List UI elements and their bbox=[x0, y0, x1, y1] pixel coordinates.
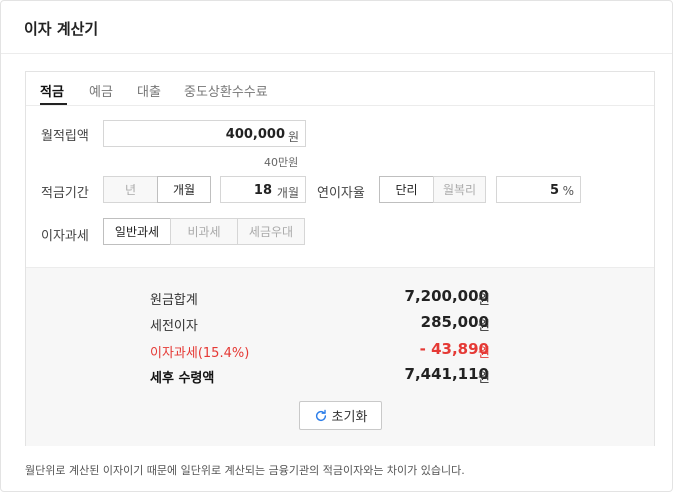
monthly-deposit-value: 400,000 bbox=[225, 127, 285, 142]
monthly-deposit-unit: 원 bbox=[287, 130, 299, 144]
page-title: 이자 계산기 bbox=[24, 20, 99, 38]
tax-label: 이자과세 bbox=[41, 229, 89, 244]
monthly-deposit-input[interactable]: 400,000 원 bbox=[103, 120, 306, 147]
tab-loan[interactable]: 대출 bbox=[137, 81, 161, 100]
tab-prepayment-fee[interactable]: 중도상환수수료 bbox=[184, 81, 268, 100]
tab-deposit[interactable]: 예금 bbox=[89, 81, 113, 100]
title-divider bbox=[1, 53, 672, 54]
rate-type-compound[interactable]: 월복리 bbox=[433, 176, 486, 203]
period-unit-year[interactable]: 년 bbox=[103, 176, 158, 203]
period-label: 적금기간 bbox=[41, 186, 89, 201]
rate-unit: % bbox=[562, 184, 574, 198]
net-amount-label: 세후 수령액 bbox=[150, 371, 215, 386]
reset-label: 초기화 bbox=[331, 410, 368, 425]
principal-label: 원금합계 bbox=[150, 293, 198, 308]
net-amount-unit: 원 bbox=[478, 371, 490, 386]
tax-option-general[interactable]: 일반과세 bbox=[103, 218, 171, 245]
interest-calculator-card: 이자 계산기 적금 예금 대출 중도상환수수료 월적립액 400,000 원 4… bbox=[0, 0, 673, 492]
calculator-panel: 적금 예금 대출 중도상환수수료 월적립액 400,000 원 40만원 적금기… bbox=[25, 71, 655, 446]
rate-type-simple[interactable]: 단리 bbox=[379, 176, 434, 203]
monthly-deposit-hint: 40만원 bbox=[264, 156, 299, 169]
pretax-interest-label: 세전이자 bbox=[150, 319, 198, 334]
monthly-deposit-label: 월적립액 bbox=[41, 129, 89, 144]
rate-input[interactable]: 5 % bbox=[496, 176, 581, 203]
results-panel: 원금합계 7,200,000 원 세전이자 285,000 원 이자과세(15.… bbox=[26, 267, 654, 446]
pretax-interest-unit: 원 bbox=[478, 319, 490, 334]
active-tab-indicator bbox=[40, 103, 67, 105]
rate-label: 연이자율 bbox=[317, 186, 365, 201]
period-input[interactable]: 18 개월 bbox=[220, 176, 306, 203]
rate-value: 5 bbox=[549, 183, 559, 198]
principal-unit: 원 bbox=[478, 293, 490, 308]
net-amount-value: 7,441,110 bbox=[404, 365, 489, 383]
tab-bar: 적금 예금 대출 중도상환수수료 bbox=[26, 72, 654, 106]
period-unit: 개월 bbox=[276, 186, 299, 200]
disclaimer-note: 월단위로 계산된 이자이기 때문에 일단위로 계산되는 금융기관의 적금이자와는… bbox=[25, 464, 465, 477]
tab-savings[interactable]: 적금 bbox=[40, 81, 64, 100]
reset-button[interactable]: 초기화 bbox=[299, 401, 382, 430]
refresh-icon bbox=[315, 409, 326, 421]
tax-option-exempt[interactable]: 비과세 bbox=[170, 218, 238, 245]
principal-value: 7,200,000 bbox=[404, 287, 489, 305]
tax-option-preferential[interactable]: 세금우대 bbox=[237, 218, 305, 245]
interest-tax-label: 이자과세(15.4%) bbox=[150, 346, 250, 361]
interest-tax-unit: 원 bbox=[478, 346, 490, 361]
period-value: 18 bbox=[253, 183, 272, 198]
period-unit-month[interactable]: 개월 bbox=[157, 176, 211, 203]
